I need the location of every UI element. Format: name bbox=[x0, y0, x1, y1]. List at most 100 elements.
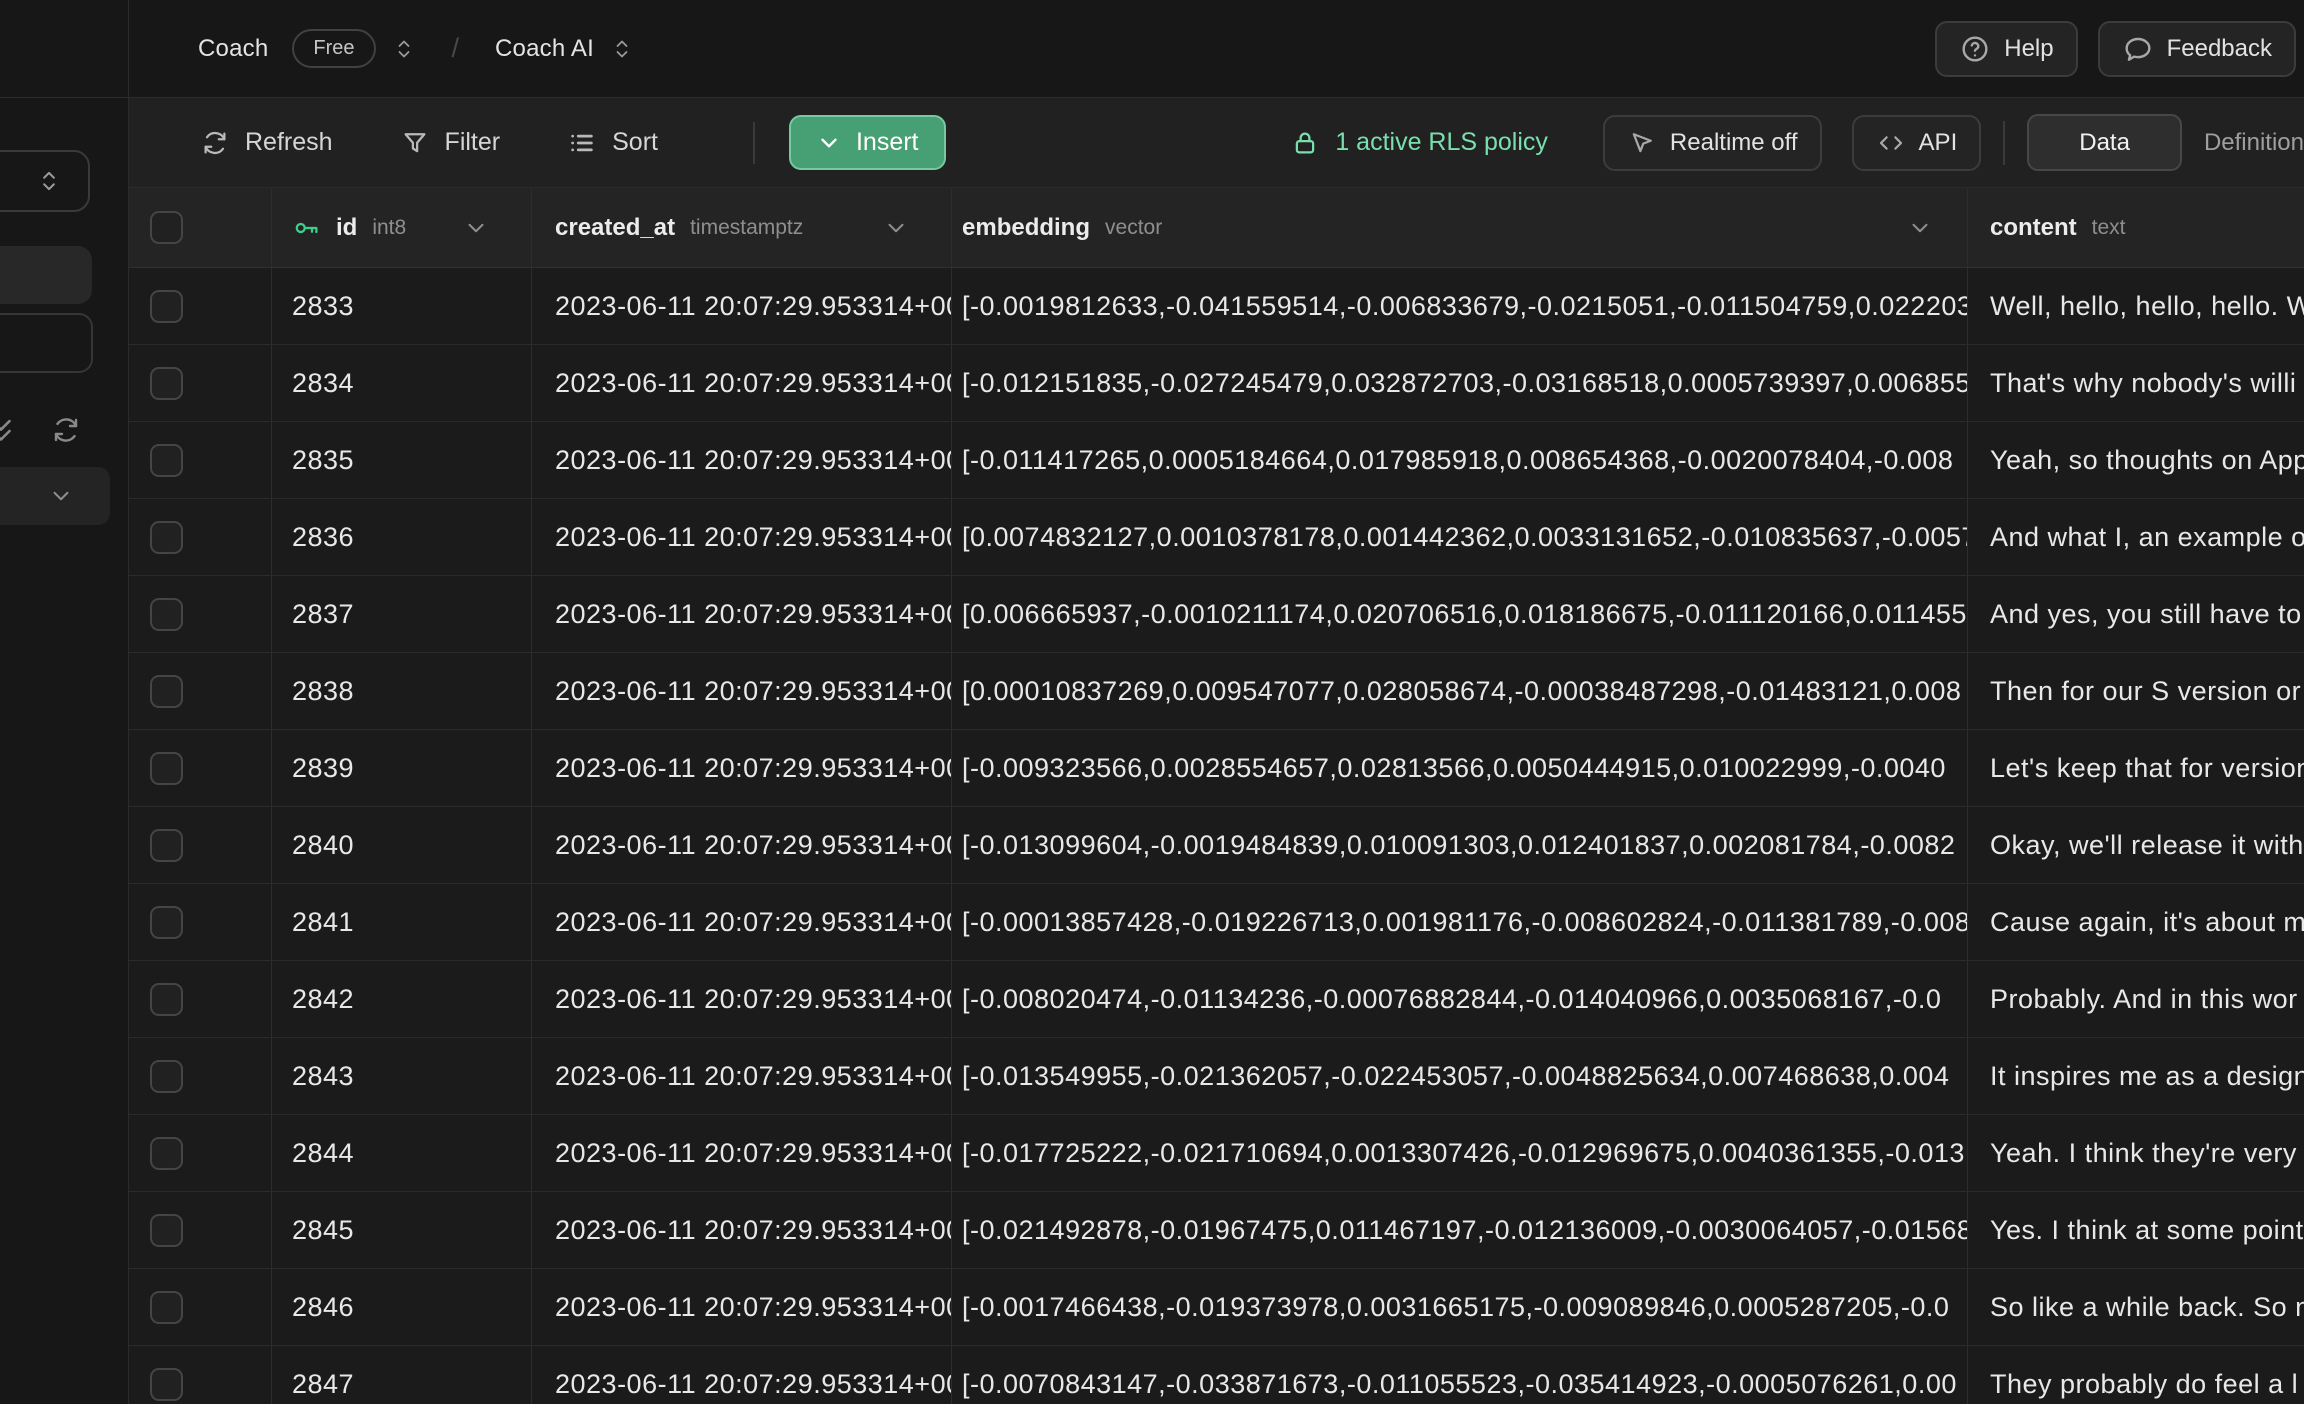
cell-content[interactable]: It inspires me as a design bbox=[1968, 1038, 2304, 1114]
cell-embedding[interactable]: [-0.0019812633,-0.041559514,-0.006833679… bbox=[952, 268, 1968, 344]
cell-content[interactable]: Let's keep that for version bbox=[1968, 730, 2304, 806]
table-row[interactable]: 2842 2023-06-11 20:07:29.953314+00 [-0.0… bbox=[129, 961, 2304, 1038]
cell-id[interactable]: 2846 bbox=[272, 1269, 532, 1345]
cell-id[interactable]: 2842 bbox=[272, 961, 532, 1037]
cell-created-at[interactable]: 2023-06-11 20:07:29.953314+00 bbox=[532, 807, 952, 883]
cell-content[interactable]: Yeah. I think they're very bbox=[1968, 1115, 2304, 1191]
cell-content[interactable]: Yeah, so thoughts on App bbox=[1968, 422, 2304, 498]
cell-embedding[interactable]: [-0.012151835,-0.027245479,0.032872703,-… bbox=[952, 345, 1968, 421]
cell-id[interactable]: 2839 bbox=[272, 730, 532, 806]
cell-created-at[interactable]: 2023-06-11 20:07:29.953314+00 bbox=[532, 1269, 952, 1345]
plan-badge[interactable]: Free bbox=[292, 29, 375, 68]
column-menu-button[interactable] bbox=[883, 215, 909, 241]
cell-content[interactable]: Probably. And in this wor bbox=[1968, 961, 2304, 1037]
column-header-id[interactable]: id int8 bbox=[272, 188, 532, 267]
table-row[interactable]: 2835 2023-06-11 20:07:29.953314+00 [-0.0… bbox=[129, 422, 2304, 499]
table-row[interactable]: 2839 2023-06-11 20:07:29.953314+00 [-0.0… bbox=[129, 730, 2304, 807]
breadcrumb-page[interactable]: Coach AI bbox=[495, 35, 594, 63]
cell-embedding[interactable]: [-0.009323566,0.0028554657,0.02813566,0.… bbox=[952, 730, 1968, 806]
project-name[interactable]: Coach bbox=[198, 35, 268, 63]
row-checkbox[interactable] bbox=[150, 444, 183, 477]
table-row[interactable]: 2845 2023-06-11 20:07:29.953314+00 [-0.0… bbox=[129, 1192, 2304, 1269]
cell-id[interactable]: 2847 bbox=[272, 1346, 532, 1404]
cell-created-at[interactable]: 2023-06-11 20:07:29.953314+00 bbox=[532, 499, 952, 575]
tab-data[interactable]: Data bbox=[2027, 114, 2182, 171]
table-row[interactable]: 2847 2023-06-11 20:07:29.953314+00 [-0.0… bbox=[129, 1346, 2304, 1404]
row-checkbox[interactable] bbox=[150, 290, 183, 323]
cell-created-at[interactable]: 2023-06-11 20:07:29.953314+00 bbox=[532, 653, 952, 729]
cell-embedding[interactable]: [-0.017725222,-0.021710694,0.0013307426,… bbox=[952, 1115, 1968, 1191]
cell-embedding[interactable]: [-0.0017466438,-0.019373978,0.0031665175… bbox=[952, 1269, 1968, 1345]
table-row[interactable]: 2843 2023-06-11 20:07:29.953314+00 [-0.0… bbox=[129, 1038, 2304, 1115]
refresh-button[interactable]: Refresh bbox=[200, 128, 333, 158]
table-row[interactable]: 2838 2023-06-11 20:07:29.953314+00 [0.00… bbox=[129, 653, 2304, 730]
insert-button[interactable]: Insert bbox=[789, 115, 946, 170]
schema-selector[interactable] bbox=[0, 150, 90, 212]
select-all-checkbox[interactable] bbox=[150, 211, 183, 244]
cell-id[interactable]: 2841 bbox=[272, 884, 532, 960]
rls-policy-status[interactable]: 1 active RLS policy bbox=[1290, 128, 1548, 158]
column-menu-button[interactable] bbox=[463, 215, 489, 241]
cell-content[interactable]: And yes, you still have to bbox=[1968, 576, 2304, 652]
cell-created-at[interactable]: 2023-06-11 20:07:29.953314+00 bbox=[532, 884, 952, 960]
cell-content[interactable]: Yes. I think at some point bbox=[1968, 1192, 2304, 1268]
cell-content[interactable]: So like a while back. So n bbox=[1968, 1269, 2304, 1345]
api-button[interactable]: API bbox=[1852, 115, 1982, 171]
help-button[interactable]: Help bbox=[1935, 21, 2077, 77]
row-checkbox[interactable] bbox=[150, 1368, 183, 1401]
cell-embedding[interactable]: [0.0074832127,0.0010378178,0.001442362,0… bbox=[952, 499, 1968, 575]
collapse-icon[interactable] bbox=[0, 414, 18, 448]
cell-id[interactable]: 2836 bbox=[272, 499, 532, 575]
cell-content[interactable]: Then for our S version or bbox=[1968, 653, 2304, 729]
cell-id[interactable]: 2837 bbox=[272, 576, 532, 652]
table-row[interactable]: 2840 2023-06-11 20:07:29.953314+00 [-0.0… bbox=[129, 807, 2304, 884]
cell-embedding[interactable]: [-0.0070843147,-0.033871673,-0.011055523… bbox=[952, 1346, 1968, 1404]
table-row[interactable]: 2841 2023-06-11 20:07:29.953314+00 [-0.0… bbox=[129, 884, 2304, 961]
table-row[interactable]: 2833 2023-06-11 20:07:29.953314+00 [-0.0… bbox=[129, 268, 2304, 345]
filter-button[interactable]: Filter bbox=[400, 128, 501, 158]
feedback-button[interactable]: Feedback bbox=[2098, 21, 2296, 77]
cell-content[interactable]: That's why nobody's willi bbox=[1968, 345, 2304, 421]
sidebar-button[interactable] bbox=[0, 246, 92, 304]
table-row[interactable]: 2837 2023-06-11 20:07:29.953314+00 [0.00… bbox=[129, 576, 2304, 653]
row-checkbox[interactable] bbox=[150, 983, 183, 1016]
cell-id[interactable]: 2838 bbox=[272, 653, 532, 729]
cell-content[interactable]: Well, hello, hello, hello. W bbox=[1968, 268, 2304, 344]
column-header-created-at[interactable]: created_at timestamptz bbox=[532, 188, 952, 267]
project-selector[interactable] bbox=[392, 37, 416, 61]
cell-id[interactable]: 2835 bbox=[272, 422, 532, 498]
cell-created-at[interactable]: 2023-06-11 20:07:29.953314+00 bbox=[532, 268, 952, 344]
column-menu-button[interactable] bbox=[1907, 215, 1933, 241]
cell-embedding[interactable]: [0.00010837269,0.009547077,0.028058674,-… bbox=[952, 653, 1968, 729]
cell-content[interactable]: They probably do feel a l bbox=[1968, 1346, 2304, 1404]
cell-id[interactable]: 2845 bbox=[272, 1192, 532, 1268]
sort-button[interactable]: Sort bbox=[567, 128, 658, 158]
tab-definition[interactable]: Definition bbox=[2204, 129, 2304, 157]
cell-id[interactable]: 2834 bbox=[272, 345, 532, 421]
cell-created-at[interactable]: 2023-06-11 20:07:29.953314+00 bbox=[532, 730, 952, 806]
realtime-toggle-button[interactable]: Realtime off bbox=[1603, 115, 1822, 171]
row-checkbox[interactable] bbox=[150, 829, 183, 862]
table-list-item[interactable] bbox=[0, 467, 110, 525]
row-checkbox[interactable] bbox=[150, 906, 183, 939]
cell-embedding[interactable]: [-0.021492878,-0.01967475,0.011467197,-0… bbox=[952, 1192, 1968, 1268]
table-row[interactable]: 2836 2023-06-11 20:07:29.953314+00 [0.00… bbox=[129, 499, 2304, 576]
cell-created-at[interactable]: 2023-06-11 20:07:29.953314+00 bbox=[532, 1038, 952, 1114]
cell-id[interactable]: 2840 bbox=[272, 807, 532, 883]
table-row[interactable]: 2834 2023-06-11 20:07:29.953314+00 [-0.0… bbox=[129, 345, 2304, 422]
cell-content[interactable]: Okay, we'll release it with bbox=[1968, 807, 2304, 883]
cell-id[interactable]: 2844 bbox=[272, 1115, 532, 1191]
table-row[interactable]: 2846 2023-06-11 20:07:29.953314+00 [-0.0… bbox=[129, 1269, 2304, 1346]
column-header-embedding[interactable]: embedding vector bbox=[952, 188, 1968, 267]
cell-id[interactable]: 2843 bbox=[272, 1038, 532, 1114]
cell-embedding[interactable]: [-0.011417265,0.0005184664,0.017985918,0… bbox=[952, 422, 1968, 498]
row-checkbox[interactable] bbox=[150, 1214, 183, 1247]
row-checkbox[interactable] bbox=[150, 675, 183, 708]
column-header-content[interactable]: content text bbox=[1968, 188, 2304, 267]
page-selector[interactable] bbox=[610, 37, 634, 61]
row-checkbox[interactable] bbox=[150, 367, 183, 400]
cell-created-at[interactable]: 2023-06-11 20:07:29.953314+00 bbox=[532, 961, 952, 1037]
row-checkbox[interactable] bbox=[150, 1060, 183, 1093]
row-checkbox[interactable] bbox=[150, 1291, 183, 1324]
cell-content[interactable]: Cause again, it's about m bbox=[1968, 884, 2304, 960]
